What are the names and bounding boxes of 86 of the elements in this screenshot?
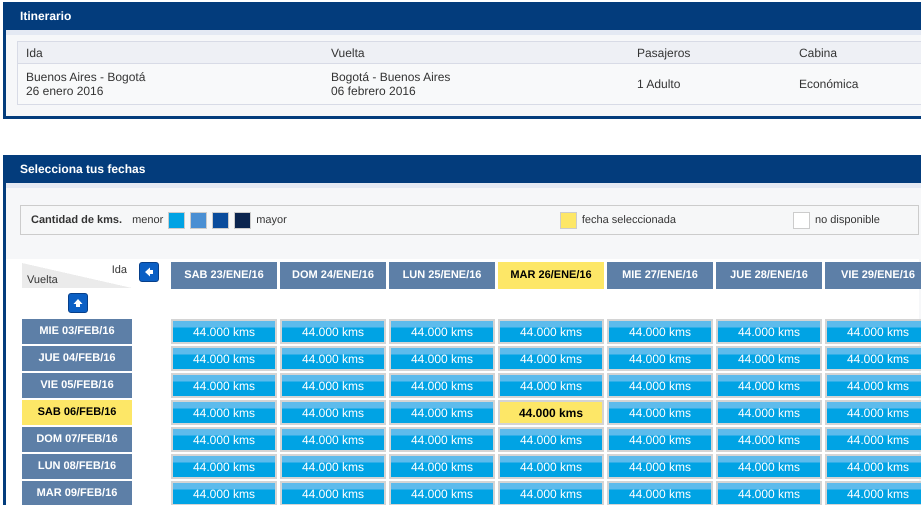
return-date-header[interactable]: VIE 05/FEB/16 [22, 373, 132, 398]
fare-cell[interactable]: 44.000 kms [280, 454, 386, 479]
fare-cell[interactable]: 44.000 kms [498, 454, 604, 479]
fare-cell[interactable]: 44.000 kms [607, 427, 713, 452]
date-column-header[interactable]: MIE 27/ENE/16 [607, 262, 713, 289]
fare-cell[interactable]: 44.000 kms [607, 481, 713, 505]
date-column-header[interactable]: JUE 28/ENE/16 [716, 262, 822, 289]
return-date-header[interactable]: MIE 03/FEB/16 [22, 319, 132, 344]
left-arrow-icon [144, 267, 154, 277]
fare-cell[interactable]: 44.000 kms [280, 346, 386, 371]
vuelta-label: Vuelta [27, 272, 58, 288]
fare-cell[interactable]: 44.000 kms [280, 427, 386, 452]
fare-cell[interactable]: 44.000 kms [716, 319, 822, 344]
date-column-header[interactable]: MAR 26/ENE/16 [498, 262, 604, 289]
fare-cell[interactable]: 44.000 kms [389, 400, 495, 425]
fare-cell[interactable]: 44.000 kms [498, 319, 604, 344]
fare-cell[interactable]: 44.000 kms [280, 373, 386, 398]
fare-cell[interactable]: 44.000 kms [607, 346, 713, 371]
fare-cell[interactable]: 44.000 kms [498, 427, 604, 452]
fare-cell[interactable]: 44.000 kms [389, 427, 495, 452]
table-cell-text: 1 Adulto [637, 77, 682, 91]
fare-cell[interactable]: 44.000 kms [171, 400, 277, 425]
fare-cell[interactable]: 44.000 kms [498, 481, 604, 505]
legend-selected: fecha seleccionada [582, 212, 676, 228]
fare-cell[interactable]: 44.000 kms [716, 454, 822, 479]
fare-cell[interactable]: 44.000 kms [607, 400, 713, 425]
fare-cell[interactable]: 44.000 kms [498, 346, 604, 371]
legend-label: Cantidad de kms. [31, 212, 122, 228]
fare-cell[interactable]: 44.000 kms [825, 427, 921, 452]
table-cell-text: Buenos Aires - Bogotá 26 enero 2016 [26, 70, 146, 98]
return-date-header[interactable]: JUE 04/FEB/16 [22, 346, 132, 371]
date-column-header[interactable]: LUN 25/ENE/16 [389, 262, 495, 289]
fare-cell[interactable]: 44.000 kms [171, 373, 277, 398]
up-arrow-icon [73, 298, 83, 308]
fare-cell[interactable]: 44.000 kms [607, 373, 713, 398]
column-header: Pasajeros [637, 44, 692, 62]
fare-cell[interactable]: 44.000 kms [171, 427, 277, 452]
date-column-header[interactable]: SAB 23/ENE/16 [171, 262, 277, 289]
legend-high: mayor [256, 212, 287, 228]
fare-cell[interactable]: 44.000 kms [171, 319, 277, 344]
date-column-header[interactable]: VIE 29/ENE/16 [825, 262, 921, 289]
fare-cell[interactable]: 44.000 kms [825, 454, 921, 479]
panel-title: Itinerario [20, 8, 72, 25]
table-cell-text: Económica [799, 77, 860, 91]
fare-cell[interactable]: 44.000 kms [171, 454, 277, 479]
fare-cell[interactable]: 44.000 kms [716, 427, 822, 452]
return-date-header[interactable]: SAB 06/FEB/16 [22, 400, 132, 425]
fare-cell[interactable]: 44.000 kms [171, 346, 277, 371]
fare-cell[interactable]: 44.000 kms [389, 346, 495, 371]
fare-cell[interactable]: 44.000 kms [716, 373, 822, 398]
fare-cell[interactable]: 44.000 kms [607, 454, 713, 479]
fare-cell[interactable]: 44.000 kms [607, 319, 713, 344]
fare-cell[interactable]: 44.000 kms [498, 400, 604, 425]
return-date-header[interactable]: MAR 09/FEB/16 [22, 481, 132, 505]
fare-cell[interactable]: 44.000 kms [498, 373, 604, 398]
fare-cell[interactable]: 44.000 kms [389, 454, 495, 479]
fare-cell[interactable]: 44.000 kms [825, 346, 921, 371]
fare-cell[interactable]: 44.000 kms [716, 481, 822, 505]
table-cell-text: Bogotá - Buenos Aires 06 febrero 2016 [331, 70, 452, 98]
fare-cell[interactable]: 44.000 kms [716, 346, 822, 371]
fare-cell[interactable]: 44.000 kms [280, 400, 386, 425]
previous-dates-button[interactable] [139, 262, 159, 282]
fare-cell[interactable]: 44.000 kms [825, 400, 921, 425]
date-column-header[interactable]: DOM 24/ENE/16 [280, 262, 386, 289]
fare-cell[interactable]: 44.000 kms [825, 481, 921, 505]
previous-dates-button[interactable] [68, 293, 88, 313]
panel-title: Selecciona tus fechas [20, 161, 146, 178]
return-date-header[interactable]: DOM 07/FEB/16 [22, 427, 132, 452]
column-header: Ida [26, 44, 44, 62]
return-date-header[interactable]: LUN 08/FEB/16 [22, 454, 132, 479]
fare-cell[interactable]: 44.000 kms [825, 373, 921, 398]
fare-cell[interactable]: 44.000 kms [825, 319, 921, 344]
fare-cell[interactable]: 44.000 kms [389, 481, 495, 505]
unavailable-swatch [793, 212, 810, 228]
fare-cell[interactable]: 44.000 kms [389, 319, 495, 344]
selected-swatch [560, 212, 577, 228]
fare-cell[interactable]: 44.000 kms [280, 319, 386, 344]
column-header: Cabina [799, 44, 838, 62]
fare-cell[interactable]: 44.000 kms [280, 481, 386, 505]
fare-cell[interactable]: 44.000 kms [389, 373, 495, 398]
ida-label: Ida [112, 263, 127, 278]
legend-unavailable: no disponible [815, 212, 880, 228]
fare-cell[interactable]: 44.000 kms [716, 400, 822, 425]
column-header: Vuelta [331, 44, 366, 62]
fare-cell[interactable]: 44.000 kms [171, 481, 277, 505]
legend-low: menor [132, 212, 164, 228]
